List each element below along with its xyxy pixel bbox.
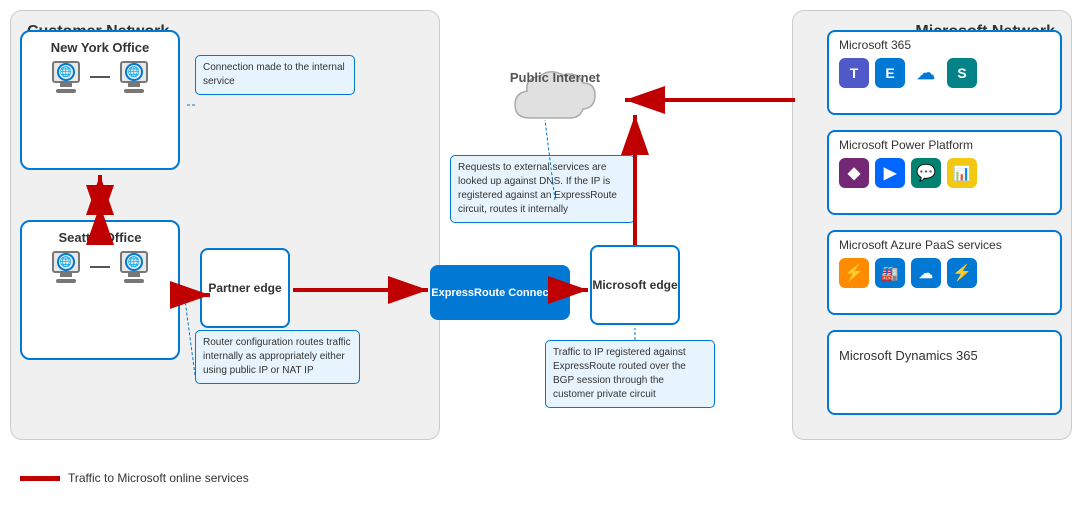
monitor-base-2	[124, 89, 144, 93]
msazure-service-box: Microsoft Azure PaaS services ⚡ 🏭 ☁ ⚡	[827, 230, 1062, 315]
dash-line-2	[90, 266, 110, 268]
mspp-service-box: Microsoft Power Platform ◆ ▶ 💬 📊	[827, 130, 1062, 215]
computer-icon-4: 🌐	[120, 251, 148, 283]
globe-icon-3: 🌐	[57, 253, 75, 271]
computer-icon-2: 🌐	[120, 61, 148, 93]
globe-icon-2: 🌐	[125, 63, 143, 81]
monitor-base-3	[56, 279, 76, 283]
onedrive-icon: ☁	[911, 58, 941, 88]
public-internet-cloud: Public Internet	[490, 50, 620, 150]
monitor-1: 🌐	[52, 61, 80, 83]
new-york-office-box: New York Office 🌐 🌐	[20, 30, 180, 170]
azure-lightning-icon: ⚡	[839, 258, 869, 288]
msd365-service-name: Microsoft Dynamics 365	[839, 348, 1050, 363]
expressroute-label: ExpressRoute Connection	[431, 287, 569, 299]
callout-bgp-box: Traffic to IP registered against Express…	[545, 340, 715, 408]
ms365-icons: T E ☁ S	[839, 58, 1050, 88]
callout-bgp-text: Traffic to IP registered against Express…	[553, 347, 686, 400]
new-york-office-label: New York Office	[51, 40, 150, 55]
callout-router-box: Router configuration routes traffic inte…	[195, 330, 360, 384]
azure-cloud-icon: ☁	[911, 258, 941, 288]
powervirtual-icon: 💬	[911, 158, 941, 188]
msd365-service-box: Microsoft Dynamics 365	[827, 330, 1062, 415]
seattle-office-label: Seattle Office	[58, 230, 141, 245]
callout-dns-text: Requests to external services are looked…	[458, 162, 617, 215]
monitor-2: 🌐	[120, 61, 148, 83]
computer-icon-3: 🌐	[52, 251, 80, 283]
globe-icon-4: 🌐	[125, 253, 143, 271]
legend: Traffic to Microsoft online services	[20, 471, 249, 485]
monitor-base-4	[124, 279, 144, 283]
msazure-service-name: Microsoft Azure PaaS services	[839, 238, 1050, 252]
new-york-computers: 🌐 🌐	[44, 61, 156, 93]
dash-line-1	[90, 76, 110, 78]
partner-edge-label: Partner edge	[208, 281, 281, 295]
microsoft-edge-label: Microsoft edge	[592, 278, 677, 292]
msazure-icons: ⚡ 🏭 ☁ ⚡	[839, 258, 1050, 288]
seattle-office-box: Seattle Office 🌐 🌐	[20, 220, 180, 360]
microsoft-edge-box: Microsoft edge	[590, 245, 680, 325]
powerapp-icon: ◆	[839, 158, 869, 188]
partner-edge-box: Partner edge	[200, 248, 290, 328]
sharepoint-icon: S	[947, 58, 977, 88]
mspp-service-name: Microsoft Power Platform	[839, 138, 1050, 152]
edge-icon: E	[875, 58, 905, 88]
monitor-4: 🌐	[120, 251, 148, 273]
ms365-service-name: Microsoft 365	[839, 38, 1050, 52]
ms365-service-box: Microsoft 365 T E ☁ S	[827, 30, 1062, 115]
callout-ny-text: Connection made to the internal service	[203, 62, 345, 87]
azure-lightning2-icon: ⚡	[947, 258, 977, 288]
monitor-base-1	[56, 89, 76, 93]
globe-icon-1: 🌐	[57, 63, 75, 81]
monitor-3: 🌐	[52, 251, 80, 273]
mspp-icons: ◆ ▶ 💬 📊	[839, 158, 1050, 188]
callout-ny-box: Connection made to the internal service	[195, 55, 355, 95]
seattle-computers: 🌐 🌐	[44, 251, 156, 283]
diagram-container: Customer Network Microsoft Network New Y…	[0, 0, 1082, 490]
teams-icon: T	[839, 58, 869, 88]
computer-icon-1: 🌐	[52, 61, 80, 93]
powerbi-icon: 📊	[947, 158, 977, 188]
expressroute-box: ExpressRoute Connection	[430, 265, 570, 320]
legend-text: Traffic to Microsoft online services	[68, 471, 249, 485]
legend-line	[20, 476, 60, 481]
azure-factory-icon: 🏭	[875, 258, 905, 288]
cloud-label: Public Internet	[510, 70, 600, 87]
callout-router-text: Router configuration routes traffic inte…	[203, 337, 351, 376]
powerauto-icon: ▶	[875, 158, 905, 188]
callout-dns-box: Requests to external services are looked…	[450, 155, 635, 223]
